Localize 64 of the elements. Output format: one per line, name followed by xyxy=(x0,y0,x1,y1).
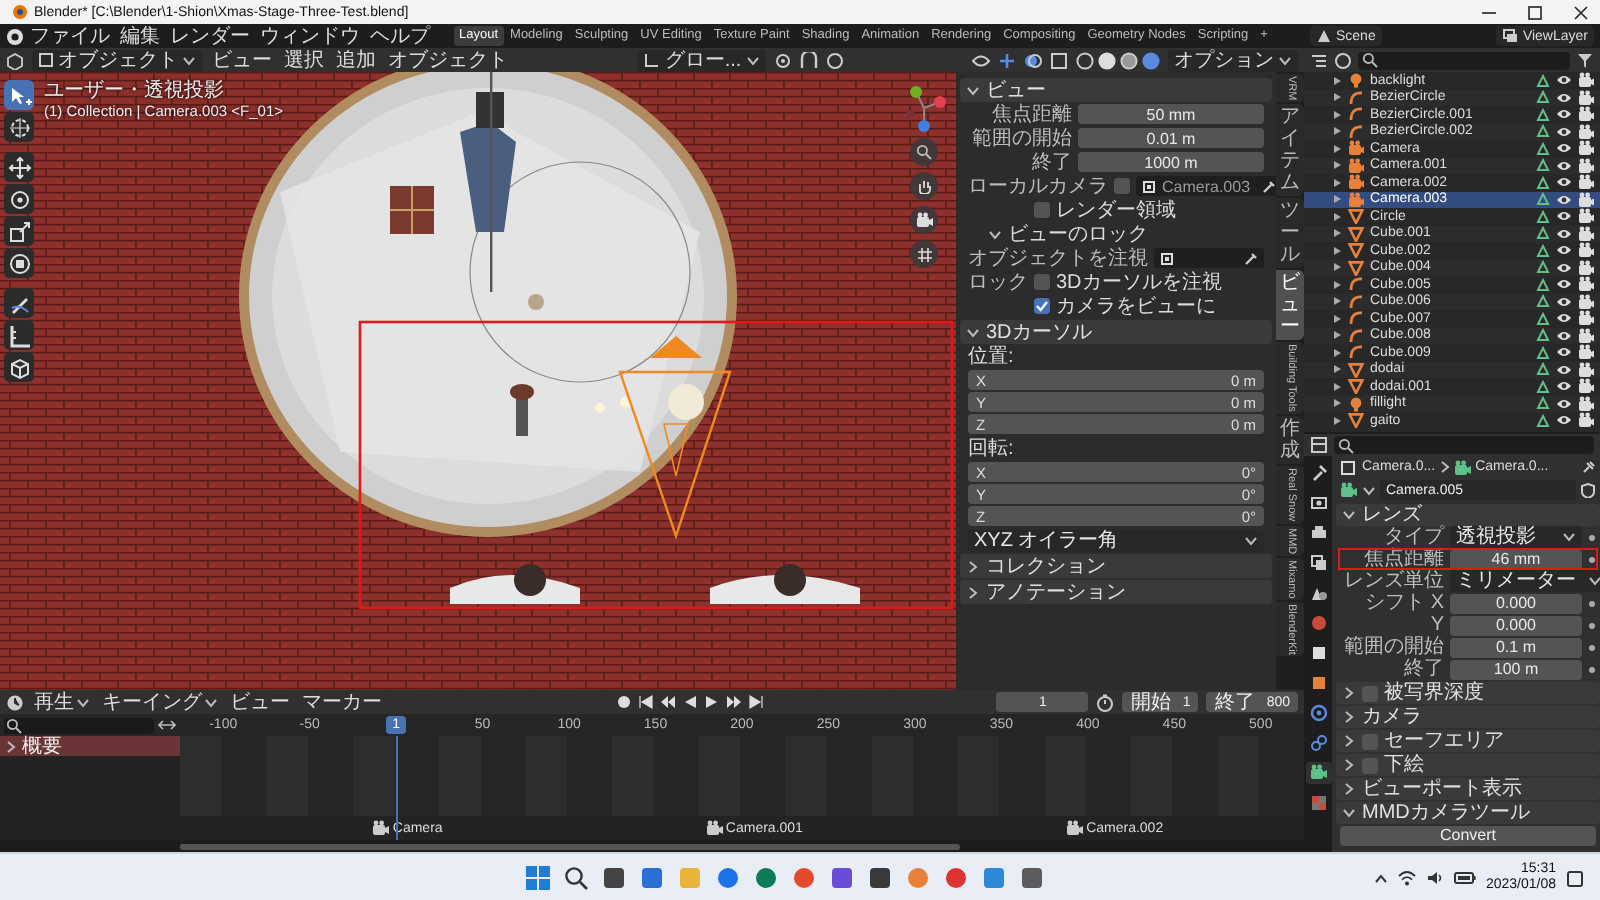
panel-header[interactable]: セーフエリア xyxy=(1336,730,1600,752)
menu-item[interactable]: 編集 xyxy=(116,25,164,47)
menu-item[interactable]: ビュー xyxy=(210,49,274,71)
field-label: Y xyxy=(1428,614,1444,636)
sidebar-tab[interactable]: ビュー xyxy=(1276,270,1304,341)
number-field[interactable]: 0.000 xyxy=(1450,593,1582,613)
number-field[interactable]: 50 mm xyxy=(1078,104,1264,124)
panel-header[interactable]: カメラ xyxy=(1336,706,1600,728)
dropdown[interactable]: XYZ オイラー角 xyxy=(968,529,1264,551)
dropdown[interactable]: ミリメーター xyxy=(1450,570,1600,592)
number-field[interactable]: 0.01 m xyxy=(1078,128,1264,148)
dropdown[interactable]: 透視投影 xyxy=(1450,526,1582,548)
panel-header[interactable]: レンズ xyxy=(1336,504,1600,526)
menu-item[interactable]: オブジェクト xyxy=(386,49,510,71)
field-label: 終了 xyxy=(1402,658,1444,680)
caption: 回転: xyxy=(968,437,1014,459)
number-field[interactable]: 100 m xyxy=(1450,659,1582,679)
menu-item[interactable]: ヘルプ xyxy=(366,25,434,47)
field-label: 焦点距離 xyxy=(990,103,1072,125)
checkbox-label: レンダー領域 xyxy=(1056,199,1176,221)
panel-header[interactable]: コレクション xyxy=(960,554,1272,578)
sidebar-tab[interactable]: アイテム xyxy=(1276,104,1304,197)
field-label: 範囲の開始 xyxy=(970,127,1072,149)
number-field[interactable]: 0.000 xyxy=(1450,615,1582,635)
field-label: 終了 xyxy=(1030,151,1072,173)
panel-header[interactable]: アノテーション xyxy=(960,580,1272,604)
view-name: ユーザー・透視投影 xyxy=(44,80,226,102)
panel-header[interactable]: MMDカメラツール xyxy=(1336,802,1600,824)
field-label: レンズ単位 xyxy=(1342,570,1444,592)
panel-header[interactable]: 被写界深度 xyxy=(1336,682,1600,704)
checkbox-label: 3Dカーソルを注視 xyxy=(1056,271,1222,293)
subpanel-title[interactable]: ビューのロック xyxy=(1008,223,1148,245)
number-field[interactable]: 46 mm xyxy=(1450,549,1582,569)
menu-item[interactable]: ビュー xyxy=(228,691,292,713)
sidebar-tab[interactable]: ツール xyxy=(1276,198,1304,269)
number-field[interactable]: 0.1 m xyxy=(1450,637,1582,657)
number-field[interactable]: 1000 m xyxy=(1078,152,1264,172)
panel-header[interactable]: ビュー xyxy=(960,78,1272,102)
menu-item[interactable]: 追加 xyxy=(334,49,378,71)
mode-dropdown[interactable]: オブジェクト xyxy=(32,49,202,71)
panel-header[interactable]: ビューポート表示 xyxy=(1336,778,1600,800)
field-label: 範囲の開始 xyxy=(1342,636,1444,658)
object-field[interactable]: Camera.003 xyxy=(1136,176,1276,196)
sidebar-tab[interactable]: 作成 xyxy=(1276,416,1304,465)
field-label: ローカルカメラ xyxy=(968,175,1108,197)
menu-item[interactable]: レンダー xyxy=(166,25,254,47)
menu-item[interactable]: マーカー xyxy=(300,691,384,713)
field-label: オブジェクトを注視 xyxy=(968,247,1148,269)
field-label: ロック xyxy=(968,271,1028,293)
checkbox-label: カメラをビューに xyxy=(1056,295,1216,317)
action-button[interactable]: Convert xyxy=(1340,825,1596,845)
channel-row[interactable]: 概要 xyxy=(0,736,180,756)
menu-item[interactable]: 選択 xyxy=(282,49,326,71)
panel-header[interactable]: 3Dカーソル xyxy=(960,320,1272,344)
field-label: タイプ xyxy=(1382,526,1444,548)
menu-item[interactable]: キーイング xyxy=(100,691,220,713)
field-label: シフト X xyxy=(1363,592,1444,614)
caption: 位置: xyxy=(968,345,1014,367)
panel-header[interactable]: 下絵 xyxy=(1336,754,1600,776)
menu-item[interactable]: 再生 xyxy=(32,691,92,713)
orientation-dropdown[interactable]: グロー... xyxy=(638,49,766,71)
options-dropdown[interactable]: オプション xyxy=(1168,49,1298,71)
menu-item[interactable]: ファイル xyxy=(26,25,114,47)
menu-item[interactable]: ウィンドウ xyxy=(256,25,364,47)
